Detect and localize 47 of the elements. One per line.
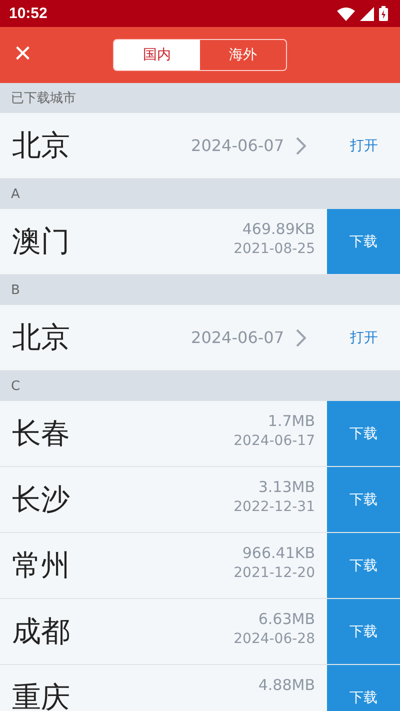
signal-icon	[360, 6, 374, 20]
update-date: 2021-12-20	[234, 564, 315, 580]
city-row[interactable]: 成都 6.63MB 2024-06-28 下载	[0, 599, 400, 665]
city-row[interactable]: 常州 966.41KB 2021-12-20 下载	[0, 533, 400, 599]
file-size: 469.89KB	[242, 220, 315, 238]
download-button[interactable]: 下载	[327, 599, 400, 664]
region-tab[interactable]: 海外	[200, 40, 286, 70]
city-name: 长沙	[11, 480, 71, 518]
city-name: 重庆	[11, 678, 71, 711]
update-date: 2022-12-31	[234, 498, 315, 514]
download-button[interactable]: 下载	[327, 467, 400, 532]
section-title: B	[11, 282, 20, 298]
update-date: 2024-06-07	[191, 328, 284, 347]
section-title: A	[11, 186, 20, 202]
city-row[interactable]: 长沙 3.13MB 2022-12-31 下载	[0, 467, 400, 533]
open-link[interactable]: 打开	[328, 322, 400, 352]
city-row[interactable]: 长春 1.7MB 2024-06-17 下载	[0, 401, 400, 467]
download-button[interactable]: 下载	[327, 209, 400, 274]
section-title: 已下载城市	[11, 90, 76, 107]
close-button[interactable]: ×	[10, 39, 36, 69]
chevron-right-icon	[296, 136, 306, 154]
city-name: 常州	[11, 546, 71, 584]
download-button[interactable]: 下载	[327, 401, 400, 466]
city-name: 北京	[11, 126, 71, 164]
section-title: C	[11, 378, 20, 394]
status-time: 10:52	[9, 5, 48, 22]
update-date: 2024-06-28	[234, 630, 315, 646]
download-button[interactable]: 下载	[327, 533, 400, 598]
city-row[interactable]: 澳门 469.89KB 2021-08-25 下载	[0, 209, 400, 275]
city-name: 澳门	[11, 222, 71, 260]
city-name: 长春	[11, 414, 71, 452]
file-size: 966.41KB	[242, 544, 315, 562]
update-date: 2024-06-07	[191, 136, 284, 155]
file-size: 3.13MB	[258, 478, 315, 496]
region-tab[interactable]: 国内	[114, 40, 200, 70]
open-link[interactable]: 打开	[328, 130, 400, 160]
update-date: 2024-06-17	[234, 432, 315, 448]
chevron-right-icon	[296, 328, 306, 346]
wifi-icon	[337, 6, 355, 20]
battery-icon	[379, 6, 388, 21]
download-button[interactable]: 下载	[327, 665, 400, 711]
file-size: 4.88MB	[258, 676, 315, 694]
file-size: 6.63MB	[258, 610, 315, 628]
update-date: 2021-08-25	[234, 240, 315, 256]
city-name: 成都	[11, 612, 71, 650]
city-name: 北京	[11, 318, 71, 356]
file-size: 1.7MB	[268, 412, 315, 430]
